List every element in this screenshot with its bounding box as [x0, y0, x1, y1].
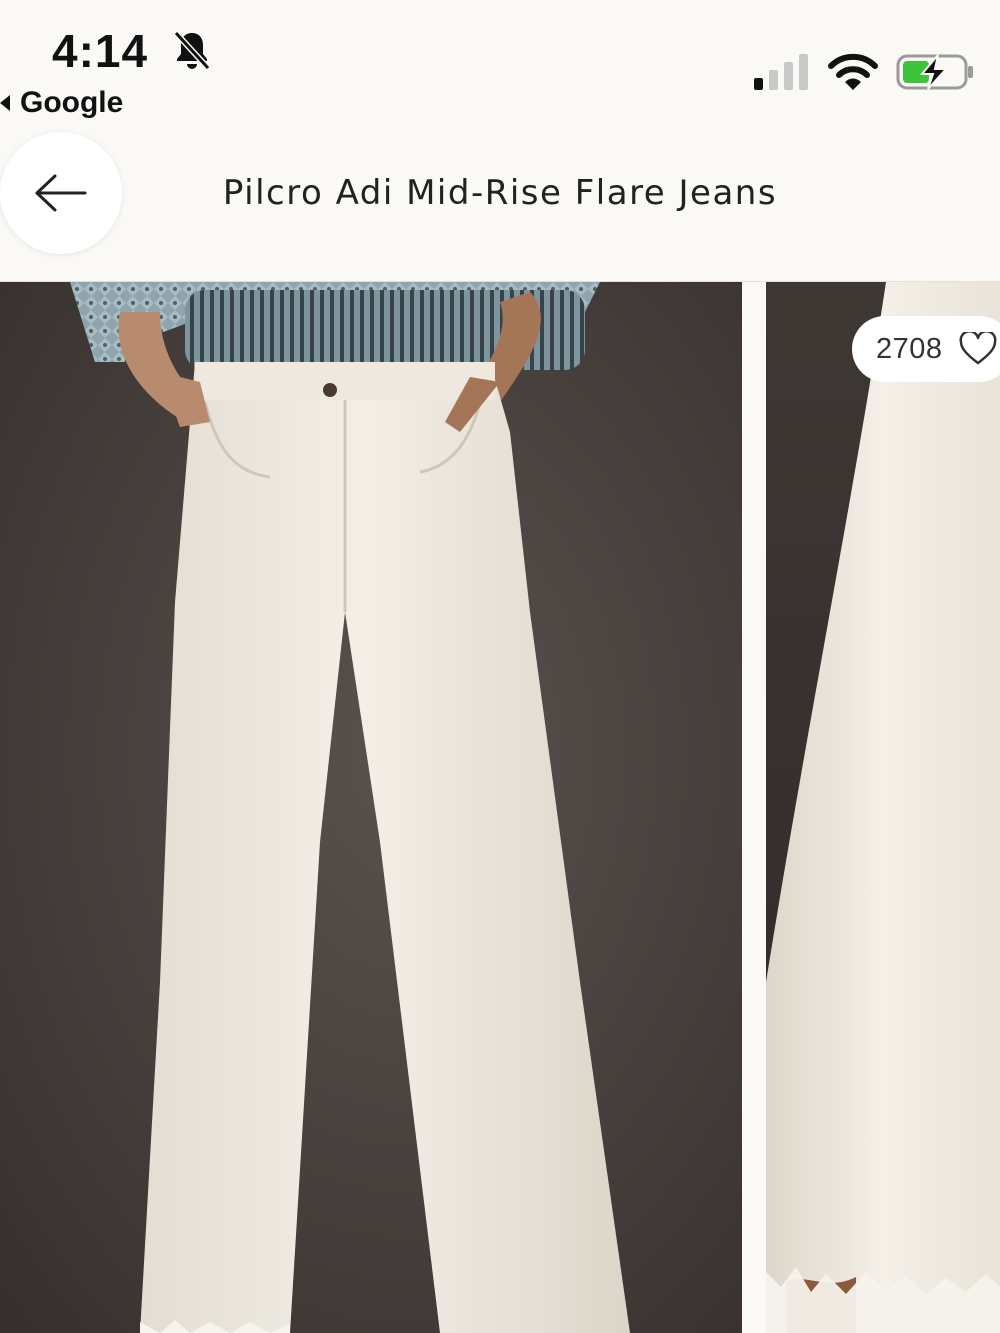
cellular-signal-icon [754, 54, 808, 90]
page-title: Pilcro Adi Mid-Rise Flare Jeans [222, 173, 778, 213]
like-count: 2708 [876, 332, 943, 365]
model-jeans-photo [0, 282, 742, 1333]
product-image-main[interactable] [0, 282, 742, 1333]
jeans-hem-photo [766, 282, 1000, 1333]
wifi-icon [828, 53, 878, 90]
product-image-secondary[interactable] [766, 282, 1000, 1333]
back-to-app-link[interactable]: Google [0, 86, 123, 120]
bell-slash-icon [173, 30, 211, 71]
like-button[interactable]: 2708 [852, 316, 1000, 382]
product-detail-screen: 4:14 Google Pilcro Adi Mid-Rise Flare Je… [0, 0, 1000, 1333]
product-header: Pilcro Adi Mid-Rise Flare Jeans [0, 125, 1000, 282]
status-time: 4:14 [52, 25, 149, 77]
back-app-label: Google [20, 86, 124, 119]
status-bar: 4:14 Google [0, 0, 1000, 125]
battery-charging-icon [896, 54, 973, 90]
back-triangle-icon [0, 95, 10, 111]
product-image-gallery[interactable]: 2708 [0, 282, 1000, 1333]
heart-outline-icon [959, 332, 996, 365]
